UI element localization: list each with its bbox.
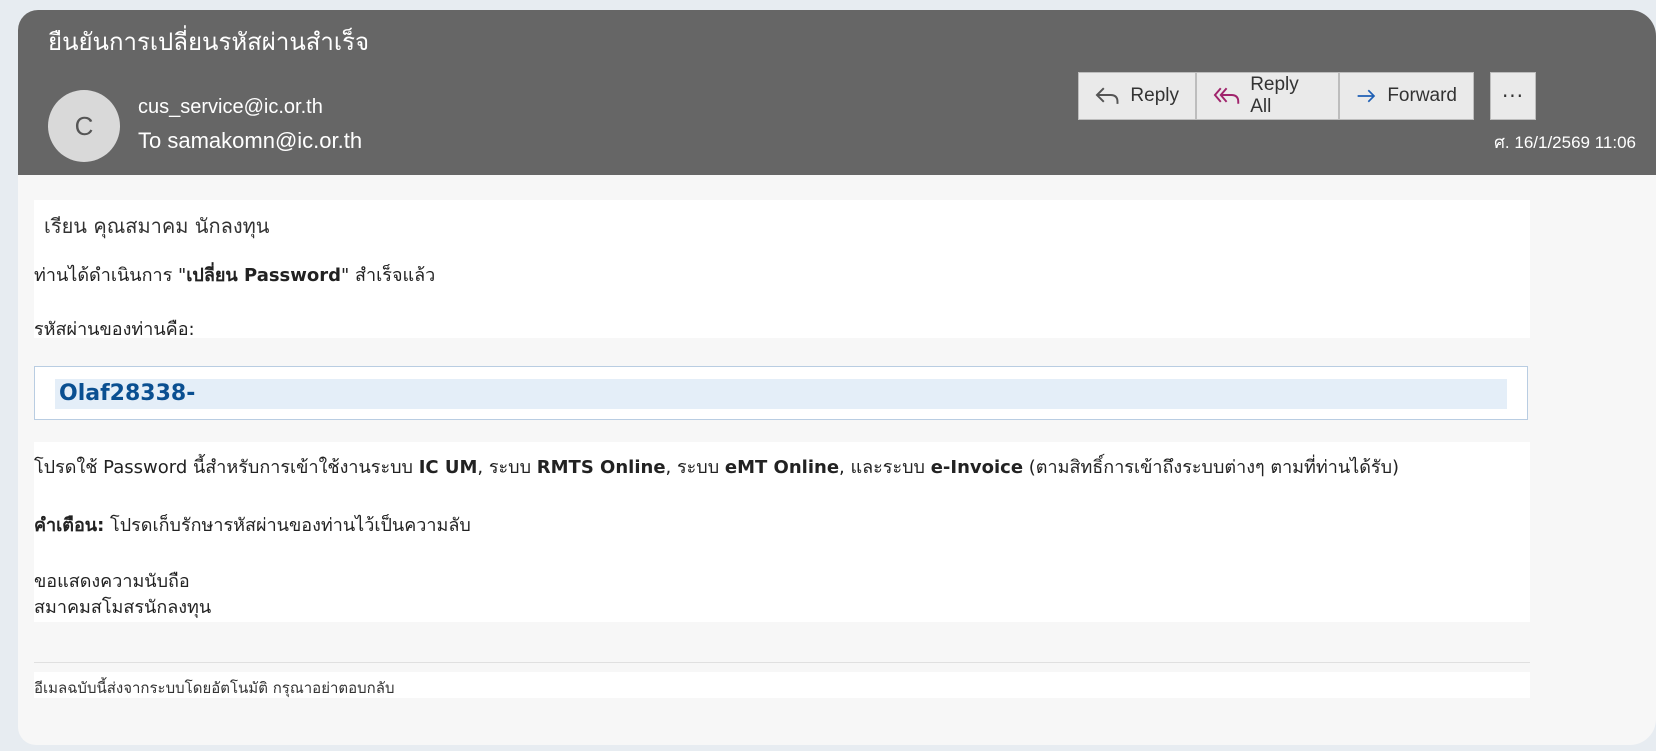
- usage-prefix: โปรดใช้ Password นี้สำหรับการเข้าใช้งานร…: [34, 457, 419, 478]
- password-box: Olaf28338-: [34, 366, 1528, 420]
- message-actions: Reply Reply All Forward: [1078, 72, 1474, 120]
- reply-label: Reply: [1130, 85, 1179, 106]
- signature-text: สมาคมสโมสรนักลงทุน: [34, 597, 212, 618]
- email-reading-pane: ยืนยันการเปลี่ยนรหัสผ่านสำเร็จ C cus_ser…: [18, 10, 1656, 745]
- forward-label: Forward: [1387, 85, 1457, 106]
- closing-text: ขอแสดงความนับถือ: [34, 571, 190, 592]
- email-subject: ยืนยันการเปลี่ยนรหัสผ่านสำเร็จ: [48, 28, 370, 56]
- system-einvoice: e-Invoice: [930, 457, 1024, 478]
- usage-text: โปรดใช้ Password นี้สำหรับการเข้าใช้งานร…: [34, 452, 1399, 481]
- received-date: ศ. 16/1/2569 11:06: [1494, 133, 1636, 152]
- usage-sep-2: , ระบบ: [665, 457, 725, 478]
- greeting-text: เรียน คุณสมาคม นักลงทุน: [44, 214, 270, 238]
- reply-all-button[interactable]: Reply All: [1196, 72, 1339, 120]
- warning-label: คำเตือน:: [34, 515, 105, 536]
- warning-message: โปรดเก็บรักษารหัสผ่านของท่านไว้เป็นความล…: [104, 515, 471, 536]
- change-confirmation: ท่านได้ดำเนินการ "เปลี่ยน Password" สำเร…: [34, 260, 435, 289]
- reply-button[interactable]: Reply: [1078, 72, 1196, 120]
- usage-sep-1: , ระบบ: [477, 457, 537, 478]
- forward-icon: [1357, 89, 1376, 103]
- confirmation-prefix: ท่านได้ดำเนินการ ": [34, 265, 187, 286]
- confirmation-action: เปลี่ยน Password: [186, 265, 342, 286]
- email-header: ยืนยันการเปลี่ยนรหัสผ่านสำเร็จ C cus_ser…: [18, 10, 1656, 175]
- more-actions-button[interactable]: ···: [1490, 72, 1536, 120]
- forward-button[interactable]: Forward: [1339, 72, 1474, 120]
- usage-sep-3: , และระบบ: [839, 457, 931, 478]
- auto-email-notice: อีเมลฉบับนี้ส่งจากระบบโดยอัตโนมัติ กรุณา…: [34, 679, 395, 697]
- usage-suffix: (ตามสิทธิ์การเข้าถึงระบบต่างๆ ตามที่ท่าน…: [1023, 457, 1400, 478]
- reply-all-icon: [1213, 87, 1240, 104]
- confirmation-suffix: " สำเร็จแล้ว: [341, 265, 436, 286]
- footer-divider: [34, 662, 1530, 663]
- password-label: รหัสผ่านของท่านคือ:: [34, 319, 195, 340]
- more-icon: ···: [1501, 84, 1525, 108]
- system-rmts: RMTS Online: [536, 457, 666, 478]
- password-value[interactable]: Olaf28338-: [59, 381, 195, 406]
- sender-avatar[interactable]: C: [48, 90, 120, 162]
- warning-text: คำเตือน: โปรดเก็บรักษารหัสผ่านของท่านไว้…: [34, 510, 471, 539]
- reply-icon: [1095, 87, 1119, 104]
- sender-address[interactable]: cus_service@ic.or.th: [138, 96, 323, 119]
- system-emt: eMT Online: [724, 457, 840, 478]
- recipient-address[interactable]: To samakomn@ic.or.th: [138, 128, 362, 154]
- reply-all-label: Reply All: [1250, 74, 1299, 117]
- system-ic-um: IC UM: [418, 457, 478, 478]
- password-highlight: [55, 379, 1507, 409]
